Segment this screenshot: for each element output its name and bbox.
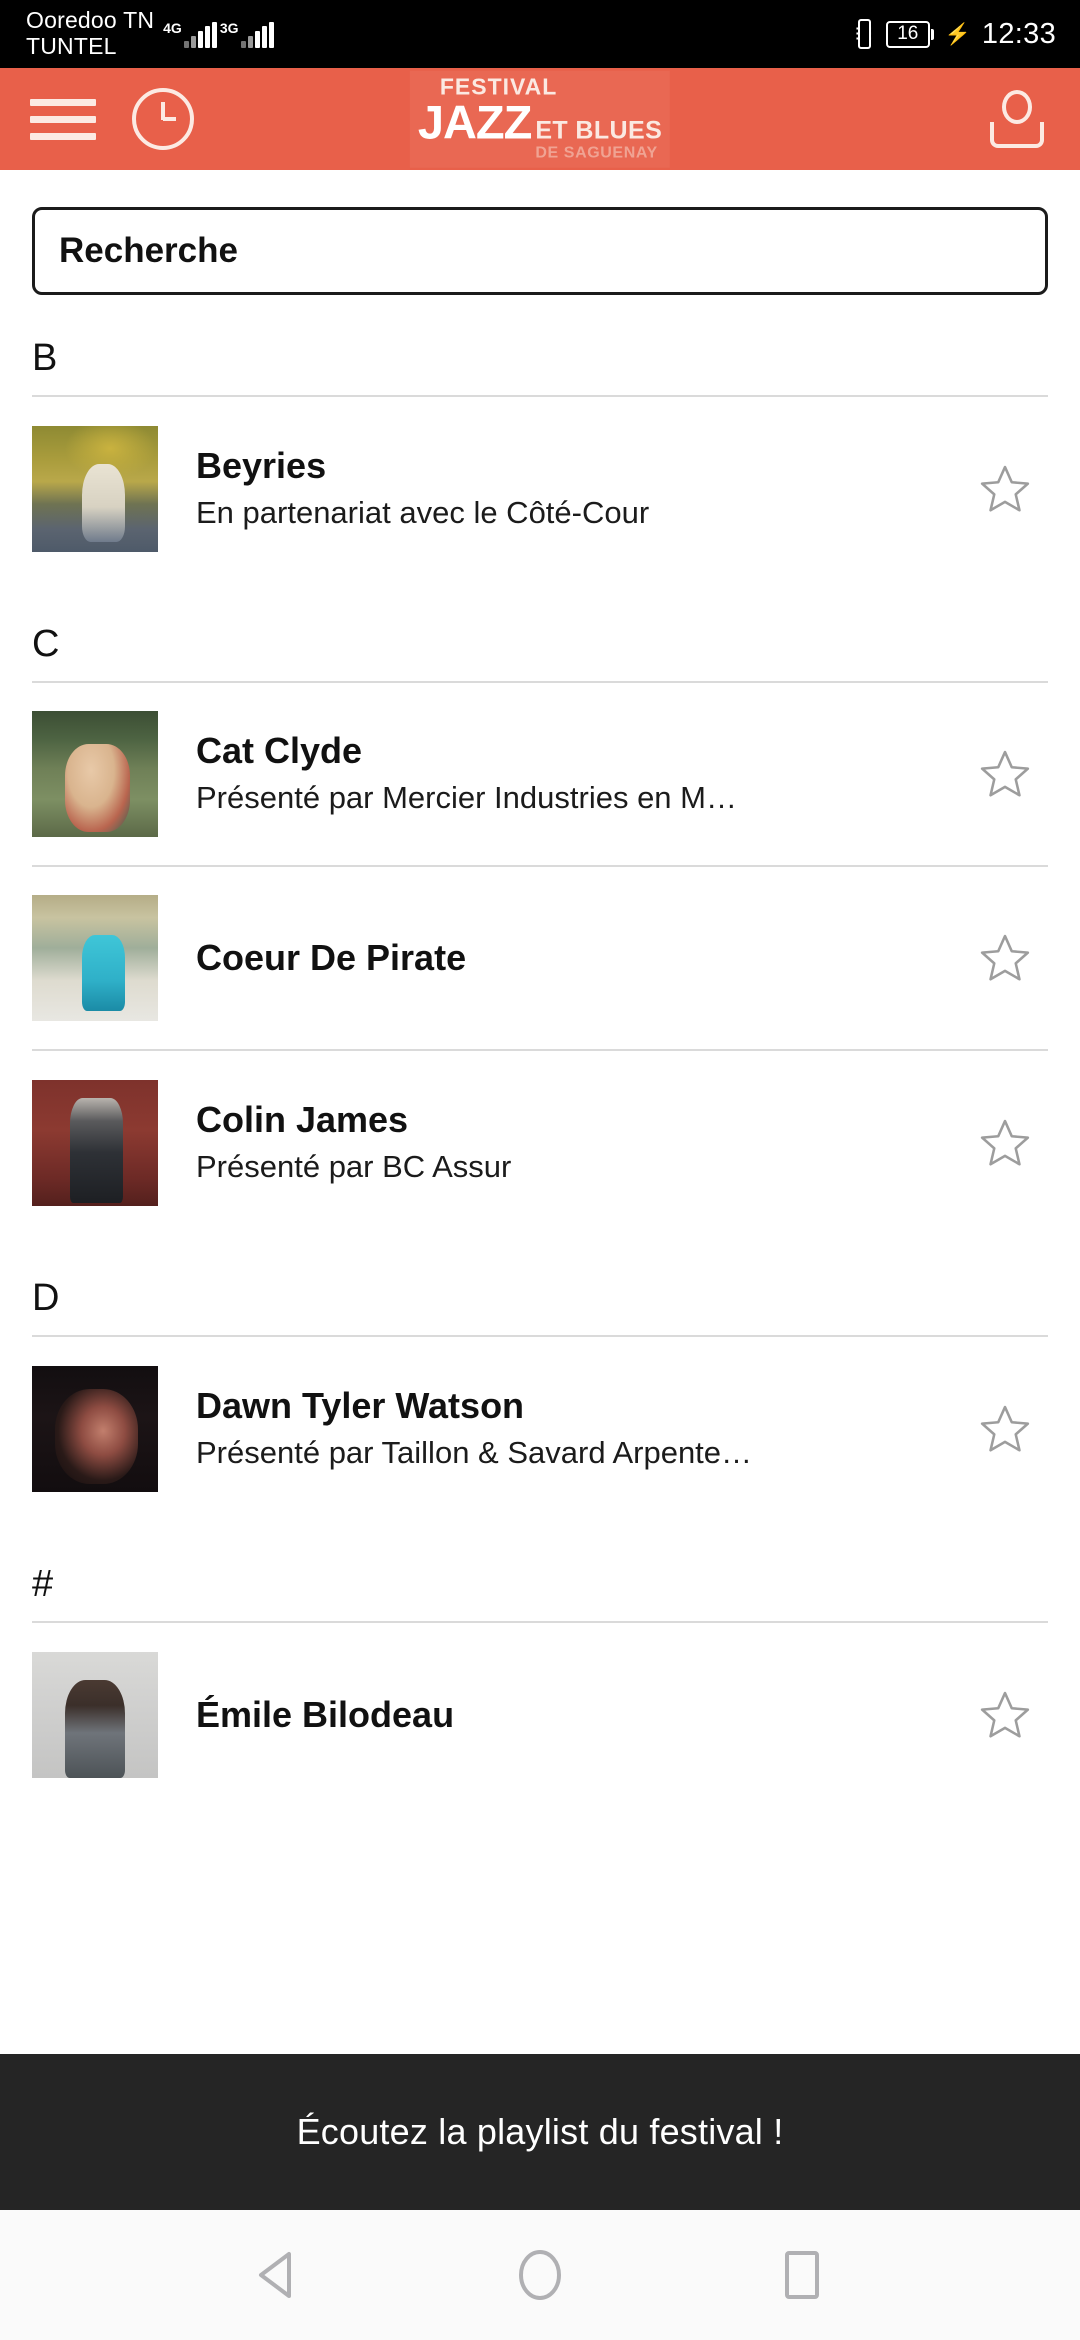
account-person-icon[interactable]: [988, 88, 1046, 150]
artist-thumbnail: [32, 1366, 158, 1492]
star-outline-icon[interactable]: [962, 1115, 1048, 1171]
battery-indicator: 16: [885, 20, 934, 48]
artist-name: Dawn Tyler Watson: [196, 1385, 525, 1427]
star-outline-icon[interactable]: [962, 1401, 1048, 1457]
artist-row[interactable]: Beyries En partenariat avec le Côté-Cour: [32, 397, 1048, 581]
artist-photo: [32, 711, 158, 837]
signal-3g: 3G: [220, 21, 274, 48]
artist-row[interactable]: Émile Bilodeau: [32, 1623, 1048, 1807]
festival-logo[interactable]: FESTIVAL JAZZ ET BLUES DE SAGUENAY: [409, 70, 671, 168]
carrier-info: Ooredoo TN TUNTEL: [26, 7, 155, 60]
hamburger-menu-icon[interactable]: [30, 98, 96, 140]
vibrate-icon: ⋮ ⋮: [850, 19, 878, 49]
artist-text-block: Colin James Présenté par BC Assur: [158, 1099, 962, 1186]
battery-tip: [930, 28, 934, 40]
section-header-B: B: [32, 339, 1048, 397]
signal-bars-icon-1: [183, 21, 217, 48]
artist-text-block: Dawn Tyler Watson Présenté par Taillon & …: [158, 1385, 962, 1472]
logo-line-de-saguenay: DE SAGUENAY: [535, 144, 658, 162]
artist-name: Beyries: [196, 445, 327, 487]
logo-line-et-blues: ET BLUES: [535, 116, 663, 145]
star-outline-icon[interactable]: [962, 1687, 1048, 1743]
artist-row[interactable]: Cat Clyde Présenté par Mercier Industries…: [32, 683, 1048, 867]
artist-thumbnail: [32, 1652, 158, 1778]
carrier-name-primary: Ooredoo TN: [26, 7, 155, 34]
artist-subtitle: Présenté par Mercier Industries en M…: [196, 779, 737, 815]
artist-subtitle: Présenté par BC Assur: [196, 1148, 512, 1184]
artist-photo: [32, 1366, 158, 1492]
android-nav-bar: [0, 2210, 1080, 2340]
section-header-D: D: [32, 1279, 1048, 1337]
artist-name: Coeur De Pirate: [196, 936, 467, 978]
home-circle-icon[interactable]: [502, 2237, 578, 2313]
star-outline-icon[interactable]: [962, 461, 1048, 517]
artist-row[interactable]: Dawn Tyler Watson Présenté par Taillon & …: [32, 1337, 1048, 1521]
signal-4g: 4G: [163, 21, 217, 48]
artist-photo: [32, 426, 158, 552]
artist-list-content: B Beyries En partenariat avec le Côté-Cour…: [0, 170, 1080, 2054]
star-outline-icon[interactable]: [962, 930, 1048, 986]
logo-line-jazz: JAZZ: [417, 95, 532, 149]
artist-thumbnail: [32, 711, 158, 837]
artist-thumbnail: [32, 895, 158, 1021]
search-box[interactable]: [32, 207, 1048, 295]
clock-icon[interactable]: [132, 88, 194, 150]
artist-text-block: Beyries En partenariat avec le Côté-Cour: [158, 445, 962, 532]
signal-indicators: 4G 3G: [163, 21, 274, 48]
artist-name: Cat Clyde: [196, 730, 363, 772]
app-header: FESTIVAL JAZZ ET BLUES DE SAGUENAY: [0, 68, 1080, 170]
status-bar: Ooredoo TN TUNTEL 4G 3G ⋮ ⋮ 16 ⚡ 12:33: [0, 0, 1080, 68]
section-header-C: C: [32, 625, 1048, 683]
signal-bars-icon-2: [240, 21, 274, 48]
artist-name: Colin James: [196, 1099, 409, 1141]
network-type-label-2: 3G: [219, 19, 239, 36]
star-outline-icon[interactable]: [962, 746, 1048, 802]
artist-text-block: Émile Bilodeau: [158, 1694, 962, 1736]
battery-level-label: 16: [885, 20, 930, 48]
artist-photo: [32, 895, 158, 1021]
artist-text-block: Coeur De Pirate: [158, 937, 962, 979]
charging-bolt-icon: ⚡: [944, 22, 971, 46]
network-type-label-1: 4G: [163, 19, 182, 36]
status-time: 12:33: [981, 17, 1056, 50]
playlist-banner[interactable]: Écoutez la playlist du festival !: [0, 2054, 1080, 2210]
search-input[interactable]: [59, 231, 1021, 271]
artist-thumbnail: [32, 1080, 158, 1206]
back-triangle-icon[interactable]: [240, 2237, 316, 2313]
artist-row[interactable]: Colin James Présenté par BC Assur: [32, 1051, 1048, 1235]
section-header-#: #: [32, 1565, 1048, 1623]
status-bar-right: ⋮ ⋮ 16 ⚡ 12:33: [850, 0, 1056, 68]
artist-name: Émile Bilodeau: [196, 1693, 455, 1735]
artist-subtitle: Présenté par Taillon & Savard Arpente…: [196, 1434, 753, 1470]
recents-square-icon[interactable]: [764, 2237, 840, 2313]
artist-photo: [32, 1652, 158, 1778]
search-area: [0, 170, 1080, 295]
artist-row[interactable]: Coeur De Pirate: [32, 867, 1048, 1051]
artist-photo: [32, 1080, 158, 1206]
artist-thumbnail: [32, 426, 158, 552]
carrier-name-secondary: TUNTEL: [26, 33, 117, 59]
playlist-banner-label: Écoutez la playlist du festival !: [296, 2111, 784, 2152]
app-screen: Ooredoo TN TUNTEL 4G 3G ⋮ ⋮ 16 ⚡ 12:33 F…: [0, 0, 1080, 2340]
alphabet-sections: B Beyries En partenariat avec le Côté-Cour…: [0, 339, 1080, 1807]
artist-subtitle: En partenariat avec le Côté-Cour: [196, 494, 650, 530]
artist-text-block: Cat Clyde Présenté par Mercier Industries…: [158, 730, 962, 817]
